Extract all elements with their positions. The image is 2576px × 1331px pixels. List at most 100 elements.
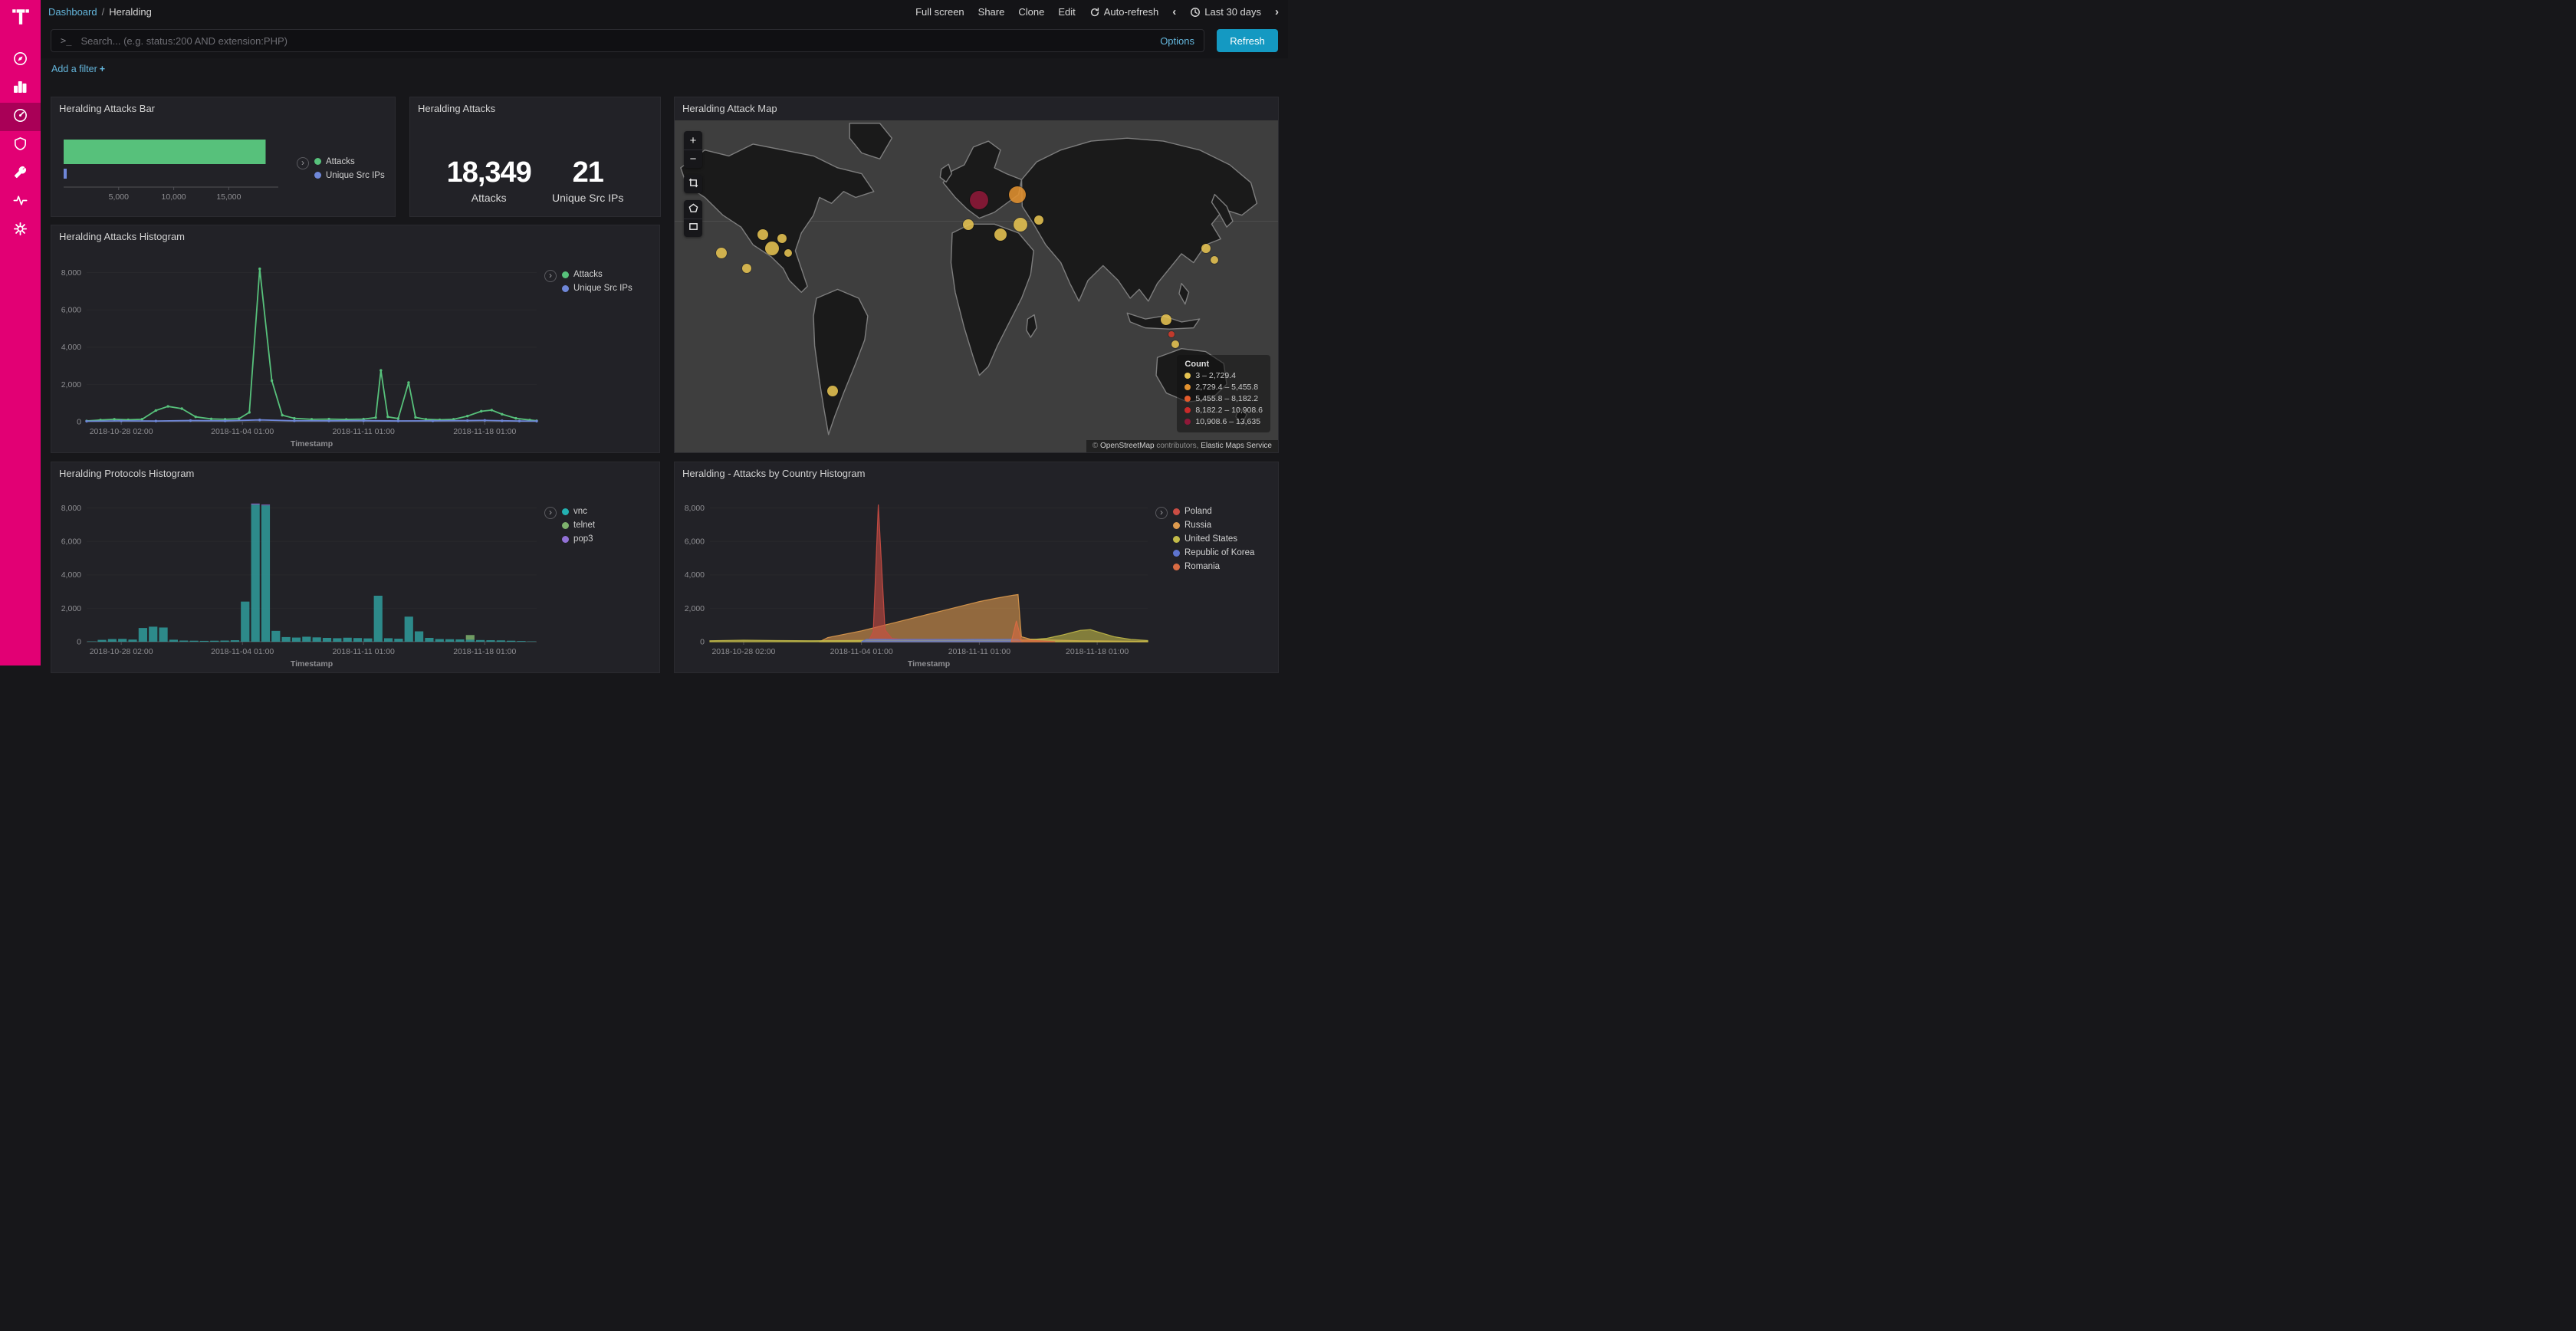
legend-item[interactable]: Republic of Korea — [1173, 548, 1254, 557]
sidebar-item-visualize[interactable] — [0, 74, 41, 103]
legend-color-dot — [1173, 522, 1180, 529]
map-zoom-in-button[interactable]: + — [684, 131, 702, 150]
attack-location-marker[interactable] — [777, 234, 787, 243]
share-button[interactable]: Share — [978, 6, 1005, 18]
clone-button[interactable]: Clone — [1018, 6, 1044, 18]
metric-value: 21 — [552, 156, 623, 189]
svg-text:6,000: 6,000 — [61, 537, 81, 547]
attack-location-marker[interactable] — [994, 228, 1007, 241]
refresh-button[interactable]: Refresh — [1217, 29, 1278, 52]
attack-location-marker[interactable] — [1161, 314, 1171, 325]
attack-location-marker[interactable] — [1034, 215, 1043, 225]
sidebar-item-security[interactable] — [0, 131, 41, 159]
topnav-actions: Full screen Share Clone Edit Auto-refres… — [915, 5, 1279, 18]
map-controls: + − — [684, 131, 702, 237]
legend-item[interactable]: Attacks — [562, 270, 632, 279]
map-fit-bounds-button[interactable] — [684, 175, 702, 193]
panel-heralding-attack-map: Heralding Attack Map — [674, 97, 1279, 453]
auto-refresh-button[interactable]: Auto-refresh — [1089, 6, 1159, 18]
rectangle-icon — [688, 222, 698, 235]
attacks-bar-chart[interactable]: 5,00010,00015,000 — [59, 132, 283, 205]
map-draw-rectangle-button[interactable] — [684, 219, 702, 237]
legend-label: Russia — [1184, 521, 1211, 530]
sidebar-item-management[interactable] — [0, 216, 41, 245]
openstreetmap-link[interactable]: OpenStreetMap — [1100, 442, 1155, 450]
attack-location-marker[interactable] — [1211, 256, 1218, 264]
sidebar-item-devtools[interactable] — [0, 159, 41, 188]
chart-legend: Attacks Unique Src IPs — [544, 248, 659, 452]
attack-location-marker[interactable] — [742, 264, 751, 273]
metric-unique-src-ips: 21 Unique Src IPs — [552, 156, 623, 204]
legend-collapse-button[interactable] — [544, 270, 557, 282]
legend-item[interactable]: Romania — [1173, 562, 1254, 571]
map-legend-row: 5,455.8 – 8,182.2 — [1184, 394, 1263, 403]
svg-text:2,000: 2,000 — [61, 380, 81, 389]
attack-location-marker[interactable] — [1171, 340, 1179, 348]
panel-heralding-attacks-metric: Heralding Attacks 18,349 Attacks 21 Uniq… — [409, 97, 661, 217]
attack-location-marker[interactable] — [827, 386, 838, 396]
legend-item[interactable]: Unique Src IPs — [562, 284, 632, 293]
top-navbar: Dashboard / Heralding Full screen Share … — [41, 0, 1288, 23]
legend-label: Unique Src IPs — [573, 284, 632, 293]
svg-text:0: 0 — [77, 638, 81, 647]
legend-collapse-button[interactable] — [1155, 507, 1168, 519]
breadcrumb: Dashboard / Heralding — [48, 6, 152, 18]
legend-item[interactable]: Poland — [1173, 507, 1254, 516]
elastic-maps-service-link[interactable]: Elastic Maps Service — [1201, 442, 1272, 450]
breadcrumb-dashboard-link[interactable]: Dashboard — [48, 6, 97, 18]
country-area-chart[interactable]: 02,0004,0006,0008,0002018-10-28 02:00201… — [675, 485, 1155, 672]
legend-item[interactable]: Attacks — [314, 157, 385, 166]
search-input[interactable] — [79, 35, 1152, 48]
svg-text:5,000: 5,000 — [109, 192, 129, 202]
polygon-icon — [688, 203, 698, 216]
sidebar-item-monitoring[interactable] — [0, 188, 41, 216]
panel-title: Heralding Attack Map — [675, 97, 1278, 120]
panel-title: Heralding Attacks Histogram — [51, 225, 659, 248]
edit-button[interactable]: Edit — [1058, 6, 1075, 18]
attack-location-marker[interactable] — [784, 249, 792, 257]
legend-item[interactable]: United States — [1173, 534, 1254, 544]
breadcrumb-current: Heralding — [109, 6, 152, 18]
legend-collapse-button[interactable] — [297, 157, 309, 169]
query-bar: >_ Options Refresh — [41, 23, 1288, 58]
full-screen-button[interactable]: Full screen — [915, 6, 964, 18]
world-map-canvas[interactable]: + − — [675, 120, 1278, 452]
query-options-link[interactable]: Options — [1160, 35, 1194, 47]
add-filter-link[interactable]: Add a filter+ — [51, 64, 105, 74]
legend-item[interactable]: Russia — [1173, 521, 1254, 530]
sidebar-item-dashboard[interactable] — [0, 103, 41, 131]
svg-text:6,000: 6,000 — [61, 306, 81, 315]
map-draw-polygon-button[interactable] — [684, 200, 702, 219]
attack-location-marker[interactable] — [716, 248, 727, 258]
legend-item[interactable]: pop3 — [562, 534, 595, 544]
time-back-chevron[interactable] — [1172, 5, 1176, 18]
map-legend-color-dot — [1184, 396, 1191, 402]
map-zoom-out-button[interactable]: − — [684, 150, 702, 168]
attack-location-marker[interactable] — [757, 229, 768, 240]
wrench-icon — [12, 164, 28, 184]
attacks-line-chart[interactable]: 02,0004,0006,0008,0002018-10-28 02:00201… — [51, 248, 544, 452]
sidebar-item-discover[interactable] — [0, 46, 41, 74]
legend-color-dot — [562, 522, 569, 529]
legend-item[interactable]: Unique Src IPs — [314, 171, 385, 180]
attack-location-marker[interactable] — [1201, 244, 1211, 253]
legend-item[interactable]: telnet — [562, 521, 595, 530]
attack-location-marker[interactable] — [1168, 331, 1175, 337]
svg-text:Timestamp: Timestamp — [908, 659, 950, 669]
panel-attacks-by-country-histogram: Heralding - Attacks by Country Histogram… — [674, 462, 1279, 673]
protocols-bar-chart[interactable]: 02,0004,0006,0008,0002018-10-28 02:00201… — [51, 485, 544, 672]
clock-icon — [1190, 7, 1201, 18]
attack-location-marker[interactable] — [765, 242, 779, 255]
map-legend-label: 8,182.2 – 10,908.6 — [1195, 406, 1263, 415]
map-legend-color-dot — [1184, 373, 1191, 379]
attack-location-marker[interactable] — [970, 191, 988, 209]
legend-collapse-button[interactable] — [544, 507, 557, 519]
attack-location-marker[interactable] — [1014, 218, 1027, 232]
legend-item[interactable]: vnc — [562, 507, 595, 516]
attack-location-marker[interactable] — [1009, 186, 1026, 203]
svg-text:2018-10-28 02:00: 2018-10-28 02:00 — [90, 427, 153, 436]
time-forward-chevron[interactable] — [1275, 5, 1279, 18]
attack-location-marker[interactable] — [963, 219, 974, 230]
search-box: >_ Options — [51, 29, 1204, 52]
time-range-picker[interactable]: Last 30 days — [1190, 6, 1261, 18]
